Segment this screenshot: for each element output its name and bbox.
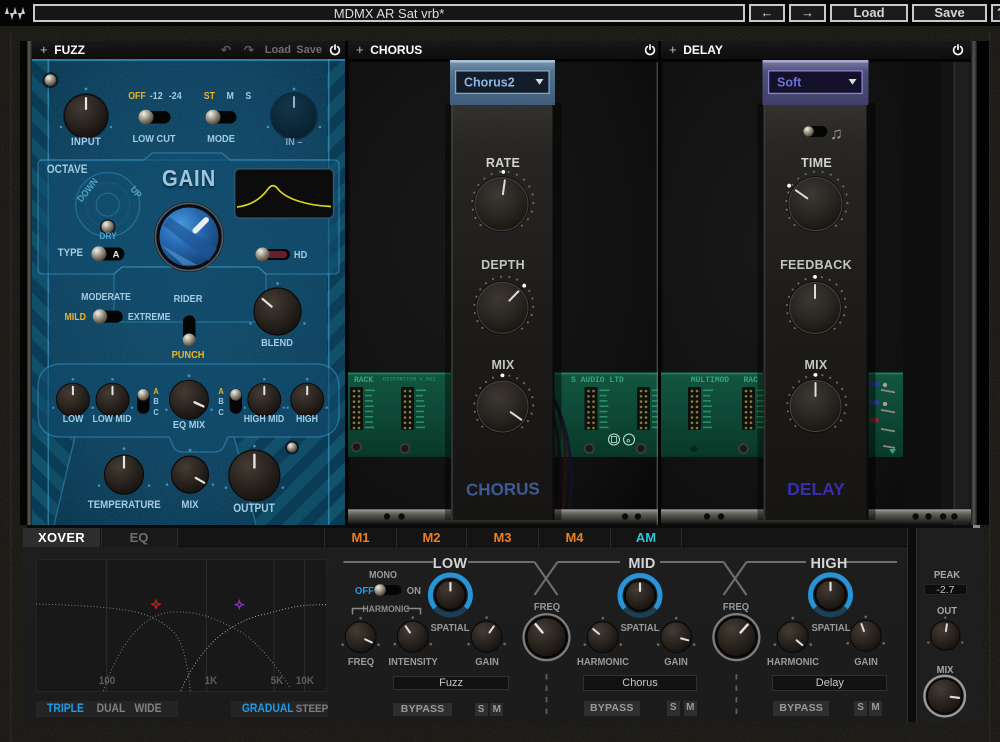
svg-text:MIX: MIX: [491, 358, 514, 372]
svg-text:DELAY: DELAY: [787, 479, 845, 499]
svg-text:MIX: MIX: [804, 358, 827, 372]
svg-text:CHORUS: CHORUS: [466, 479, 540, 499]
svg-text:Chorus2: Chorus2: [464, 76, 515, 90]
svg-text:S AUDIO LTD: S AUDIO LTD: [571, 376, 624, 385]
svg-text:TIME: TIME: [801, 156, 832, 170]
svg-text:♻: ♻: [626, 439, 631, 445]
svg-text:♫: ♫: [830, 124, 843, 143]
svg-text:A: A: [113, 250, 120, 261]
svg-text:DISTORTION V.001: DISTORTION V.001: [383, 376, 437, 383]
svg-text:DEPTH: DEPTH: [481, 258, 525, 272]
svg-text:RAC: RAC: [744, 376, 759, 385]
svg-text:Soft: Soft: [777, 76, 802, 90]
svg-text:FEEDBACK: FEEDBACK: [780, 258, 852, 272]
svg-text:RACK: RACK: [354, 376, 373, 385]
svg-text:MULTIMOD: MULTIMOD: [691, 376, 730, 385]
svg-text:RATE: RATE: [486, 156, 520, 170]
